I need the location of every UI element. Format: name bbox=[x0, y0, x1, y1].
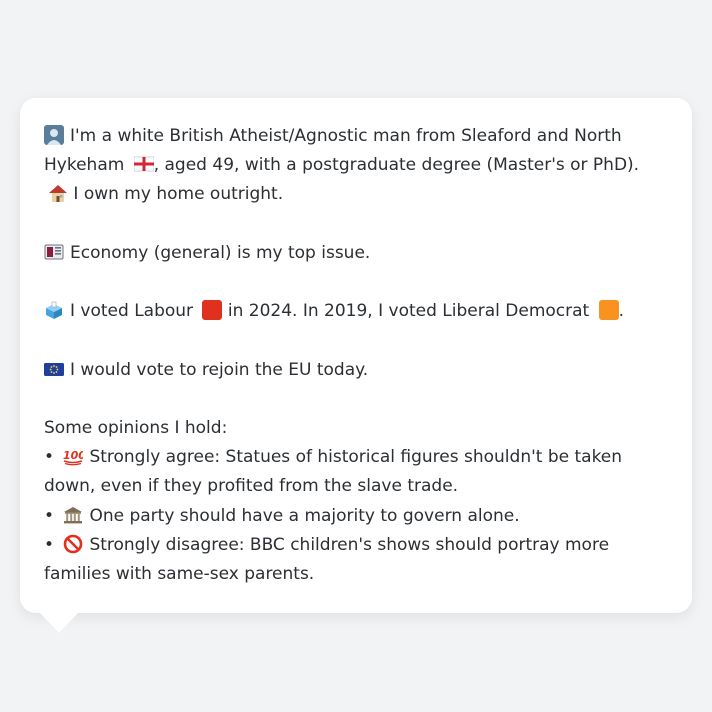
top-issue-text: Economy (general) is my top issue. bbox=[70, 242, 371, 263]
labour-red-square-icon bbox=[202, 300, 223, 321]
opinions-heading: Some opinions I hold: bbox=[44, 417, 228, 438]
bullet: • bbox=[44, 534, 55, 555]
speech-bubble-tail bbox=[39, 612, 79, 633]
svg-text:100: 100 bbox=[63, 449, 83, 462]
libdem-orange-square-icon bbox=[598, 300, 619, 321]
ballot-box-icon bbox=[46, 301, 62, 320]
house-icon bbox=[49, 185, 67, 203]
top-issue-paragraph: Economy (general) is my top issue. bbox=[44, 239, 668, 268]
england-flag-icon bbox=[133, 156, 154, 172]
opinion-text: One party should have a majority to gove… bbox=[89, 505, 520, 526]
home-ownership-text: I own my home outright. bbox=[73, 184, 284, 205]
opinion-item: • One party should have a majority to go… bbox=[44, 502, 668, 531]
opinion-text: Strongly disagree: BBC children's shows … bbox=[44, 534, 610, 584]
vote-2024-text: I voted Labour bbox=[70, 301, 194, 322]
opinion-item: • Strongly disagree: BBC children's show… bbox=[44, 531, 668, 589]
persona-card: I'm a white British Atheist/Agnostic man… bbox=[20, 98, 692, 613]
bullet: • bbox=[44, 505, 55, 526]
newspaper-icon bbox=[44, 244, 64, 260]
profile-age-education-text: , aged 49, with a postgraduate degree (M… bbox=[153, 155, 640, 176]
eu-stance-text: I would vote to rejoin the EU today. bbox=[70, 359, 369, 380]
bullet: • bbox=[44, 447, 55, 468]
prohibited-icon bbox=[64, 534, 83, 554]
vote-2019-text: in 2024. In 2019, I voted Liberal Democr… bbox=[227, 301, 590, 322]
opinion-item: • 100 Strongly agree: Statues of histori… bbox=[44, 443, 668, 501]
classical-building-icon bbox=[64, 506, 83, 523]
profile-paragraph: I'm a white British Atheist/Agnostic man… bbox=[44, 122, 668, 210]
eu-flag-icon bbox=[44, 362, 64, 376]
eu-paragraph: I would vote to rejoin the EU today. bbox=[44, 356, 668, 385]
person-icon bbox=[44, 125, 64, 145]
hundred-points-icon: 100 bbox=[63, 449, 83, 466]
opinion-text: Strongly agree: Statues of historical fi… bbox=[44, 447, 623, 497]
vote-end-period: . bbox=[618, 301, 625, 322]
voting-history-paragraph: I voted Labour in 2024. In 2019, I voted… bbox=[44, 297, 668, 326]
